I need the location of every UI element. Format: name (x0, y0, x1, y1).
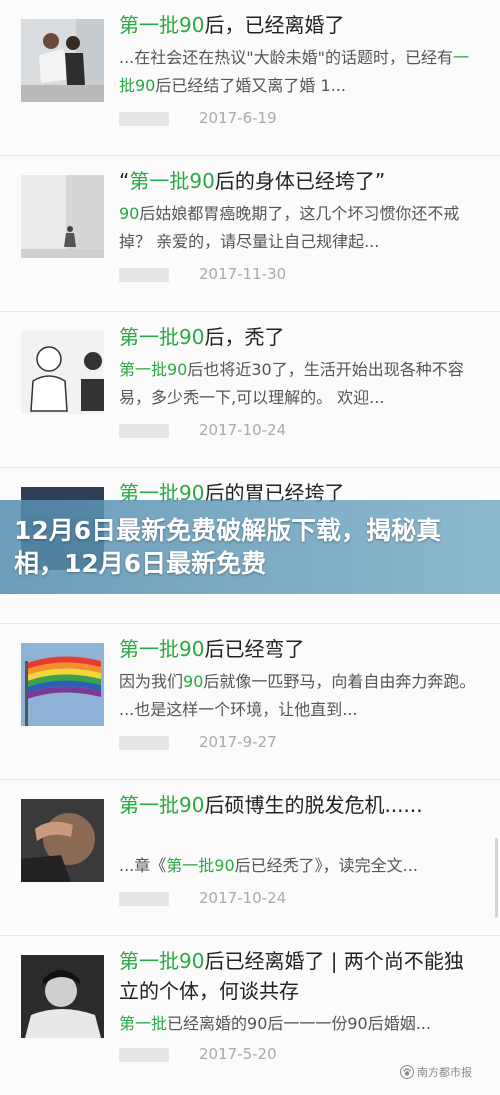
article-date: 2017-6-19 (199, 109, 277, 127)
article-title[interactable]: 第一批90后硕博生的脱发危机...... (119, 790, 489, 820)
source-name-redacted (119, 1048, 169, 1062)
article-excerpt: ...章《第一批90后已经秃了》，读完全文... (119, 856, 418, 875)
paw-icon (400, 1065, 414, 1079)
person-wall-photo (21, 175, 104, 258)
article-title[interactable]: 第一批90后已经弯了 (119, 634, 489, 664)
source-name-redacted (119, 736, 169, 750)
sad-person-photo (21, 955, 104, 1038)
article-date: 2017-5-20 (199, 1045, 277, 1063)
article-date: 2017-11-30 (199, 265, 287, 283)
article-excerpt: 因为我们90后就像一匹野马，向着自由奔力奔跑。 ...也是这样一个环境，让他直到… (119, 672, 476, 719)
scrollbar[interactable] (495, 838, 498, 918)
article-title[interactable]: 第一批90后已经离婚了 | 两个尚不能独立的个体，何谈共存 (119, 946, 475, 1006)
wedding-couple-photo (21, 19, 104, 102)
article-date: 2017-9-27 (199, 733, 277, 751)
overlay-title: 12月6日最新免费破解版下载，揭秘真相，12月6日最新免费 (14, 516, 442, 578)
source-name-redacted (119, 892, 169, 906)
source-name-redacted (119, 112, 169, 126)
article-excerpt: 90后姑娘都胃癌晚期了，这几个坏习惯你还不戒掉？ 亲爱的，请尽量让自己规律起..… (119, 204, 460, 251)
article-excerpt: 第一批已经离婚的90后一一一份90后婚姻... (119, 1014, 431, 1033)
rainbow-flag-photo (21, 643, 104, 726)
watermark: 南方都市报 (400, 1063, 472, 1083)
source-name-redacted (119, 424, 169, 438)
article-item[interactable]: 第一批90后硕博生的脱发危机...... ...章《第一批90后已经秃了》，读完… (0, 780, 500, 936)
article-date: 2017-10-24 (199, 421, 287, 439)
article-title[interactable]: 第一批90后，秃了 (119, 322, 489, 352)
hand-head-photo (21, 799, 104, 882)
cartoon-bald-photo (21, 331, 104, 414)
article-item[interactable]: “第一批90后的身体已经垮了” 90后姑娘都胃癌晚期了，这几个坏习惯你还不戒掉？… (0, 156, 500, 312)
overlay-banner: 12月6日最新免费破解版下载，揭秘真相，12月6日最新免费 (0, 500, 500, 594)
article-excerpt: ...在社会还在热议"大龄未婚"的话题时，已经有一批90后已经结了婚又离了婚 1… (119, 48, 469, 95)
article-excerpt: 第一批90后也将近30了，生活开始出现各种不容易，多少秃一下,可以理解的。 欢迎… (119, 360, 464, 407)
article-date: 2017-10-24 (199, 889, 287, 907)
watermark-text: 南方都市报 (417, 1066, 472, 1079)
article-item[interactable]: 第一批90后，秃了 第一批90后也将近30了，生活开始出现各种不容易，多少秃一下… (0, 312, 500, 468)
article-title[interactable]: “第一批90后的身体已经垮了” (119, 166, 489, 196)
source-name-redacted (119, 268, 169, 282)
search-results-page: 第一批90后，已经离婚了 ...在社会还在热议"大龄未婚"的话题时，已经有一批9… (0, 0, 500, 1095)
article-item[interactable]: 第一批90后已经弯了 因为我们90后就像一匹野马，向着自由奔力奔跑。 ...也是… (0, 624, 500, 780)
article-title[interactable]: 第一批90后，已经离婚了 (119, 10, 489, 40)
article-item[interactable]: 第一批90后，已经离婚了 ...在社会还在热议"大龄未婚"的话题时，已经有一批9… (0, 0, 500, 156)
